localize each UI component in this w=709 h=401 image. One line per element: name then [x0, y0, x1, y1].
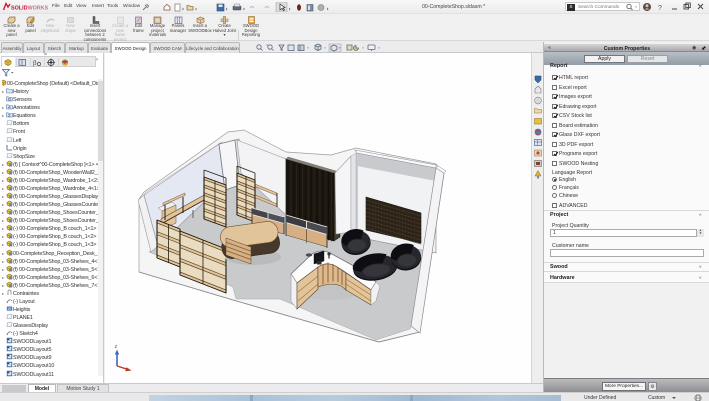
- svg-text:β: β: [33, 59, 37, 67]
- svg-text:Σ: Σ: [8, 113, 11, 118]
- svg-text:?: ?: [658, 5, 662, 12]
- svg-text:10: 10: [7, 307, 11, 311]
- svg-text:SOLIDWORKS: SOLIDWORKS: [11, 5, 49, 11]
- svg-text:Z: Z: [115, 344, 118, 349]
